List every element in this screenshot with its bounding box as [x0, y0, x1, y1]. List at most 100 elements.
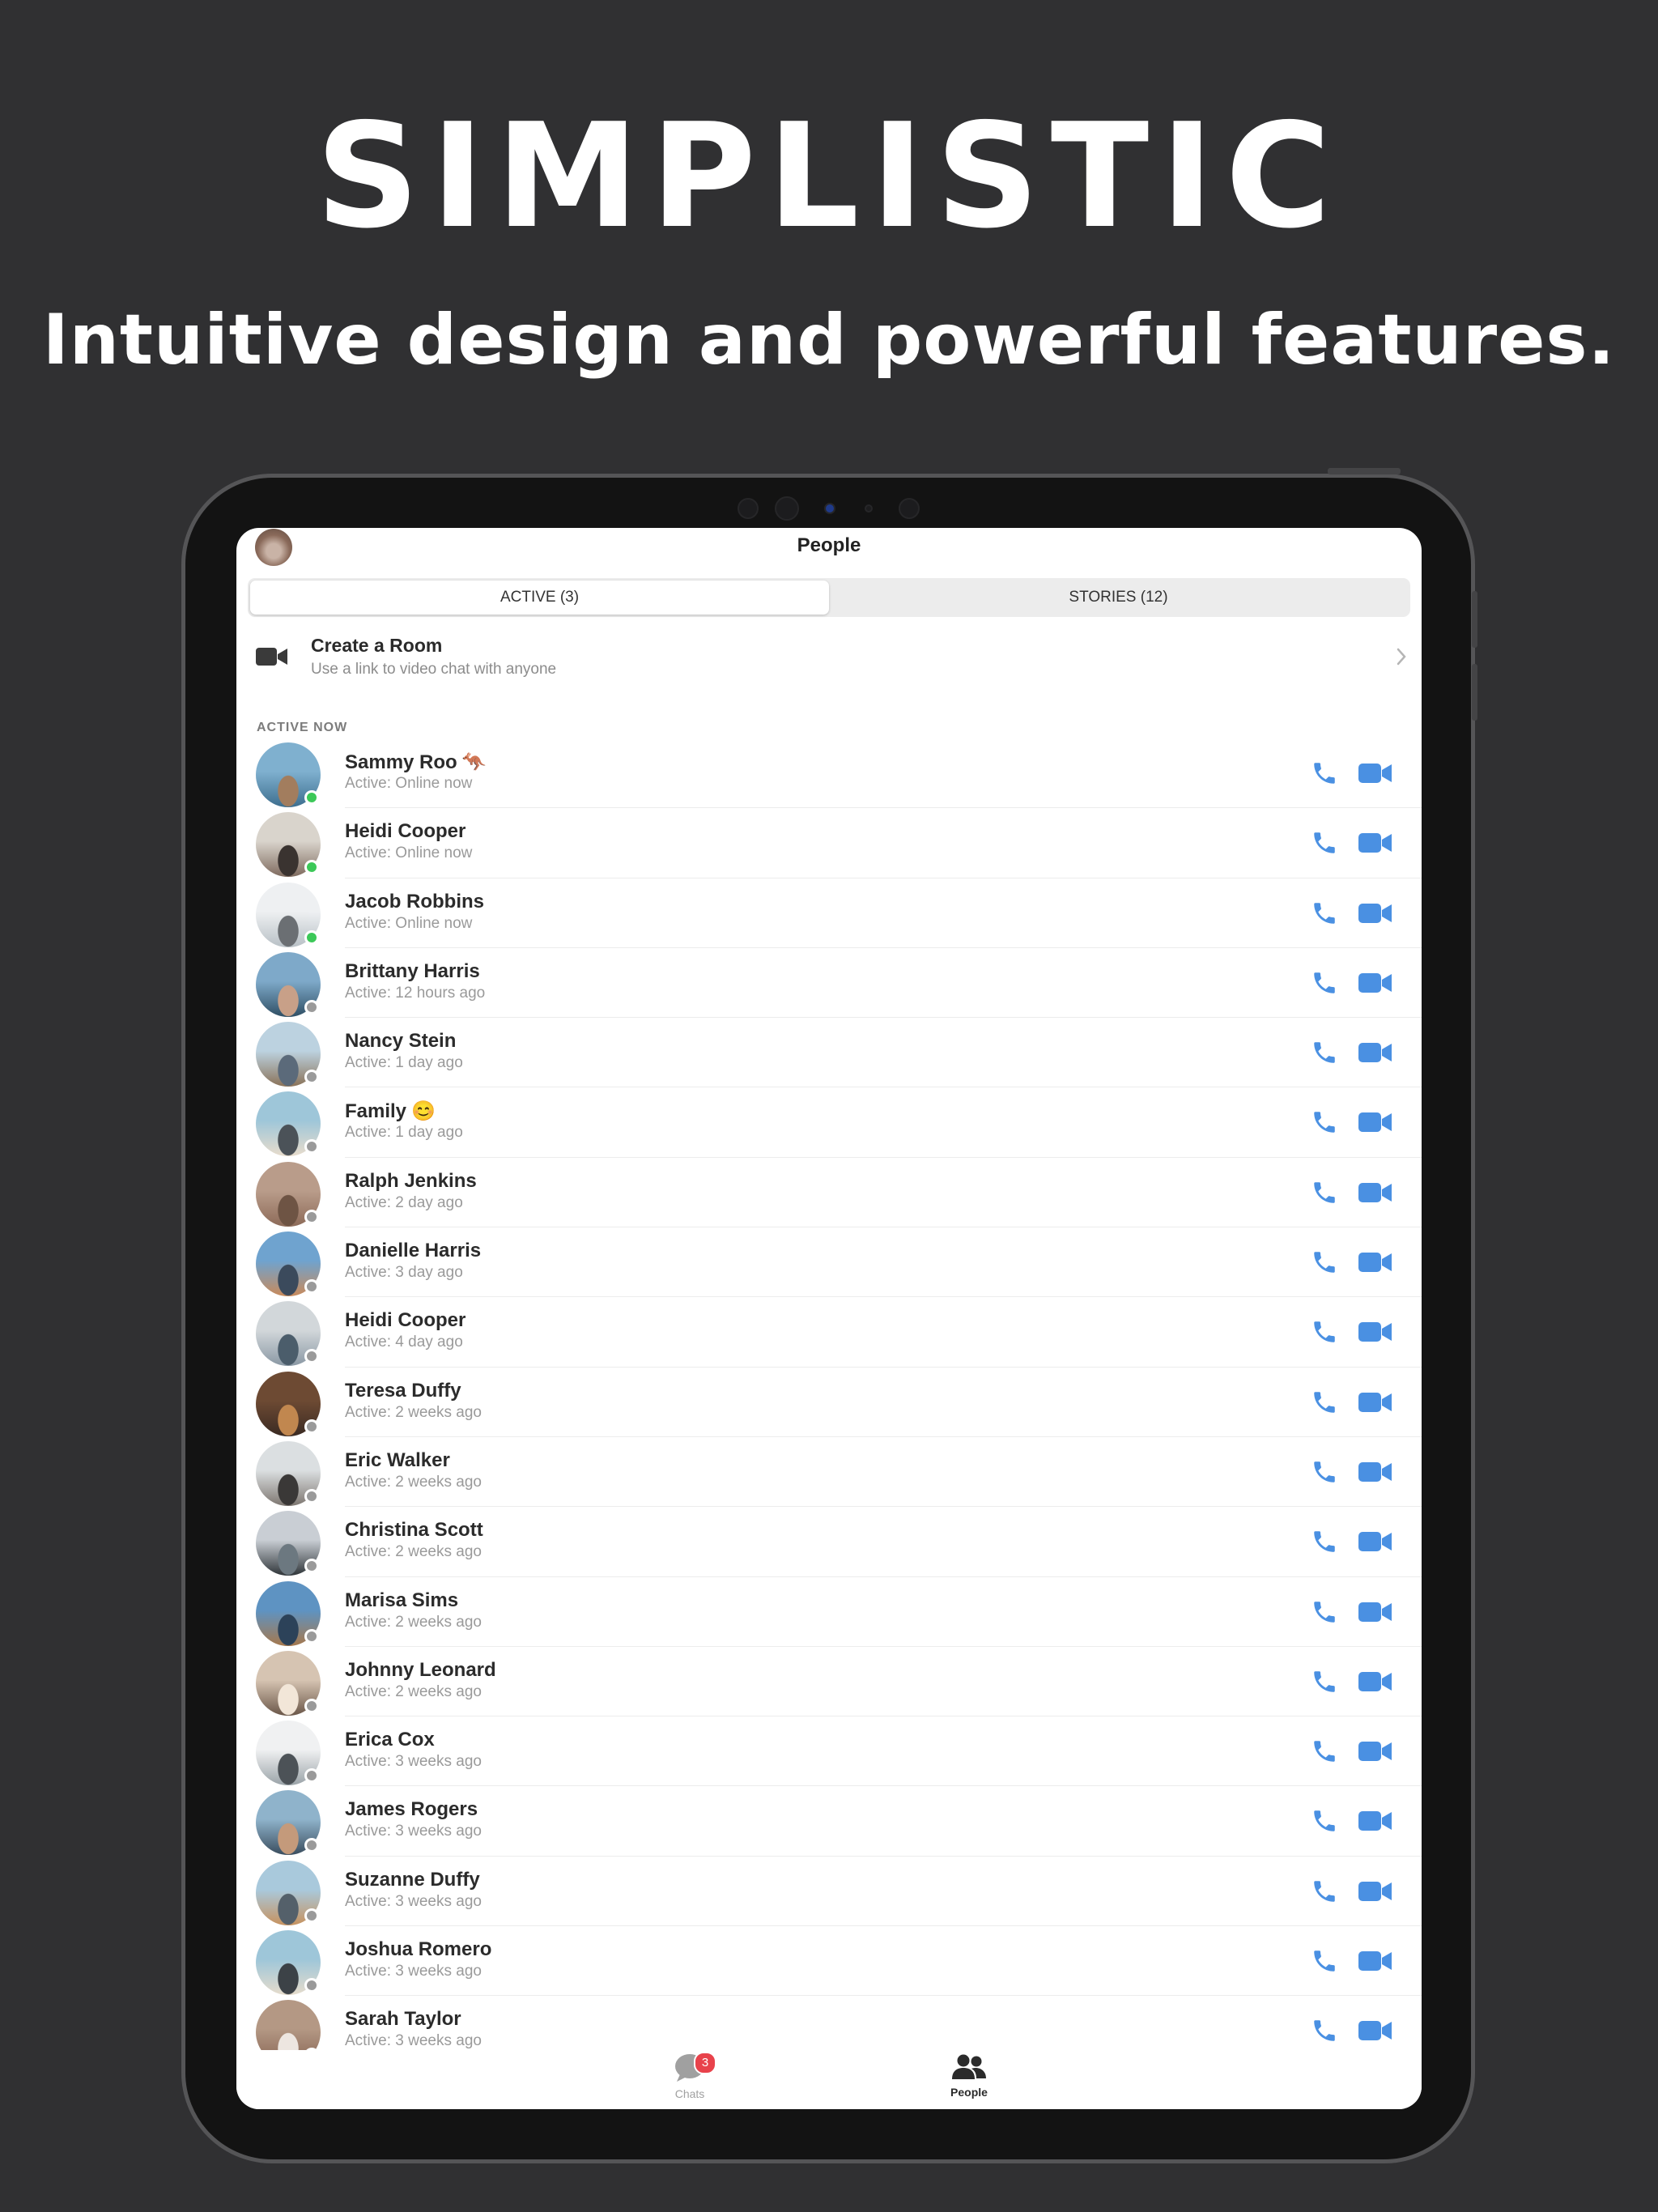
offline-status-dot — [304, 1419, 319, 1434]
subheadline: Intuitive design and powerful features. — [42, 300, 1616, 381]
contact-name: Sammy Roo 🦘 — [345, 751, 487, 774]
contact-status: Active: 2 weeks ago — [345, 1403, 482, 1421]
video-call-icon[interactable] — [1358, 972, 1392, 993]
unread-badge: 3 — [694, 2052, 716, 2074]
video-call-icon[interactable] — [1358, 832, 1392, 853]
phone-call-icon[interactable] — [1311, 1108, 1338, 1136]
contact-status: Active: Online now — [345, 775, 473, 792]
video-call-icon[interactable] — [1358, 1321, 1392, 1342]
contact-row[interactable]: Heidi Cooper Active: 4 day ago — [236, 1297, 1422, 1368]
contact-row[interactable]: Jacob Robbins Active: Online now — [236, 878, 1422, 949]
contact-row[interactable]: Johnny Leonard Active: 2 weeks ago — [236, 1647, 1422, 1717]
contact-name-text: Marisa Sims — [345, 1589, 459, 1611]
contact-row[interactable]: James Rogers Active: 3 weeks ago — [236, 1786, 1422, 1857]
phone-call-icon[interactable] — [1311, 1249, 1338, 1276]
video-call-icon[interactable] — [1358, 2020, 1392, 2041]
video-call-icon[interactable] — [1358, 1252, 1392, 1273]
contact-name-text: Sammy Roo — [345, 751, 457, 773]
contact-status: Active: 4 day ago — [345, 1334, 463, 1351]
online-status-dot — [304, 860, 319, 875]
contact-name-text: Eric Walker — [345, 1448, 450, 1471]
contact-status: Active: 3 weeks ago — [345, 2032, 482, 2050]
video-call-icon[interactable] — [1358, 1881, 1392, 1902]
contact-status: Active: Online now — [345, 914, 473, 932]
tablet-volume-up-button — [1472, 591, 1477, 648]
contact-status: Active: Online now — [345, 844, 473, 862]
contact-row[interactable]: Heidi Cooper Active: Online now — [236, 808, 1422, 878]
tab-chats[interactable]: 3 Chats — [641, 2052, 738, 2100]
offline-status-dot — [304, 1070, 319, 1085]
contact-row[interactable]: Suzanne Duffy Active: 3 weeks ago — [236, 1857, 1422, 1927]
contact-status: Active: 2 weeks ago — [345, 1613, 482, 1631]
phone-call-icon[interactable] — [1311, 1318, 1338, 1346]
video-call-icon[interactable] — [1358, 1741, 1392, 1762]
offline-status-dot — [304, 1488, 319, 1504]
contact-status: Active: 3 day ago — [345, 1264, 463, 1282]
tab-people[interactable]: People — [920, 2053, 1018, 2099]
phone-call-icon[interactable] — [1311, 1878, 1338, 1905]
phone-call-icon[interactable] — [1311, 1039, 1338, 1066]
contact-name: Ralph Jenkins — [345, 1170, 477, 1193]
phone-call-icon[interactable] — [1311, 969, 1338, 997]
video-call-icon[interactable] — [1358, 1671, 1392, 1692]
create-room-row[interactable]: Create a Room Use a link to video chat w… — [236, 628, 1422, 685]
phone-call-icon[interactable] — [1311, 759, 1338, 787]
phone-call-icon[interactable] — [1311, 1807, 1338, 1835]
segmented-control: ACTIVE (3) STORIES (12) — [248, 578, 1410, 617]
phone-call-icon[interactable] — [1311, 1598, 1338, 1626]
contact-row[interactable]: Joshua Romero Active: 3 weeks ago — [236, 1926, 1422, 1997]
contact-row[interactable]: Marisa Sims Active: 2 weeks ago — [236, 1577, 1422, 1648]
video-call-icon[interactable] — [1358, 1182, 1392, 1203]
phone-call-icon[interactable] — [1311, 1947, 1338, 1975]
contact-row[interactable]: Brittany Harris Active: 12 hours ago — [236, 948, 1422, 1019]
contact-name-text: Ralph Jenkins — [345, 1169, 477, 1192]
offline-status-dot — [304, 1908, 319, 1923]
phone-call-icon[interactable] — [1311, 1738, 1338, 1765]
contact-row[interactable]: Family 😊 Active: 1 day ago — [236, 1087, 1422, 1159]
tab-active[interactable]: ACTIVE (3) — [250, 581, 829, 615]
video-call-icon[interactable] — [1358, 1392, 1392, 1413]
contact-name: Sarah Taylor — [345, 2008, 461, 2031]
phone-call-icon[interactable] — [1311, 1389, 1338, 1416]
video-call-icon[interactable] — [1358, 903, 1392, 924]
phone-call-icon[interactable] — [1311, 2017, 1338, 2044]
phone-call-icon[interactable] — [1311, 1528, 1338, 1555]
contact-row[interactable]: Danielle Harris Active: 3 day ago — [236, 1227, 1422, 1298]
phone-call-icon[interactable] — [1311, 1668, 1338, 1695]
video-call-icon[interactable] — [1358, 763, 1392, 784]
contact-row[interactable]: Nancy Stein Active: 1 day ago — [236, 1018, 1422, 1088]
contact-emoji: 😊 — [411, 1100, 436, 1123]
video-call-icon[interactable] — [1358, 1810, 1392, 1831]
contact-name-text: Erica Cox — [345, 1729, 435, 1751]
contact-name: Johnny Leonard — [345, 1659, 496, 1682]
video-call-icon[interactable] — [1358, 1112, 1392, 1133]
contact-row[interactable]: Erica Cox Active: 3 weeks ago — [236, 1716, 1422, 1787]
video-call-icon[interactable] — [1358, 1042, 1392, 1063]
video-call-icon[interactable] — [1358, 1950, 1392, 1972]
contact-row[interactable]: Christina Scott Active: 2 weeks ago — [236, 1507, 1422, 1577]
contact-name-text: Teresa Duffy — [345, 1379, 461, 1402]
video-call-icon[interactable] — [1358, 1531, 1392, 1552]
contact-name-text: Joshua Romero — [345, 1938, 492, 1961]
tab-chats-label: Chats — [674, 2087, 705, 2100]
phone-call-icon[interactable] — [1311, 1179, 1338, 1206]
video-call-icon[interactable] — [1358, 1602, 1392, 1623]
contact-status: Active: 12 hours ago — [345, 984, 486, 1002]
tab-stories[interactable]: STORIES (12) — [829, 581, 1408, 615]
headline: SIMPLISTIC — [315, 92, 1343, 260]
contact-name: Marisa Sims — [345, 1589, 458, 1612]
phone-call-icon[interactable] — [1311, 1458, 1338, 1486]
contact-row[interactable]: Teresa Duffy Active: 2 weeks ago — [236, 1368, 1422, 1438]
contact-name: Erica Cox — [345, 1729, 435, 1751]
contact-name: Suzanne Duffy — [345, 1869, 480, 1891]
video-call-icon[interactable] — [1358, 1461, 1392, 1482]
offline-status-dot — [304, 1838, 319, 1853]
contact-name: Christina Scott — [345, 1519, 483, 1542]
phone-call-icon[interactable] — [1311, 829, 1338, 857]
contact-name-text: Nancy Stein — [345, 1030, 457, 1053]
phone-call-icon[interactable] — [1311, 900, 1338, 927]
contact-emoji: 🦘 — [461, 751, 487, 773]
contact-row[interactable]: Eric Walker Active: 2 weeks ago — [236, 1437, 1422, 1508]
contact-row[interactable]: Sammy Roo 🦘 Active: Online now — [236, 738, 1422, 809]
contact-row[interactable]: Ralph Jenkins Active: 2 day ago — [236, 1158, 1422, 1228]
